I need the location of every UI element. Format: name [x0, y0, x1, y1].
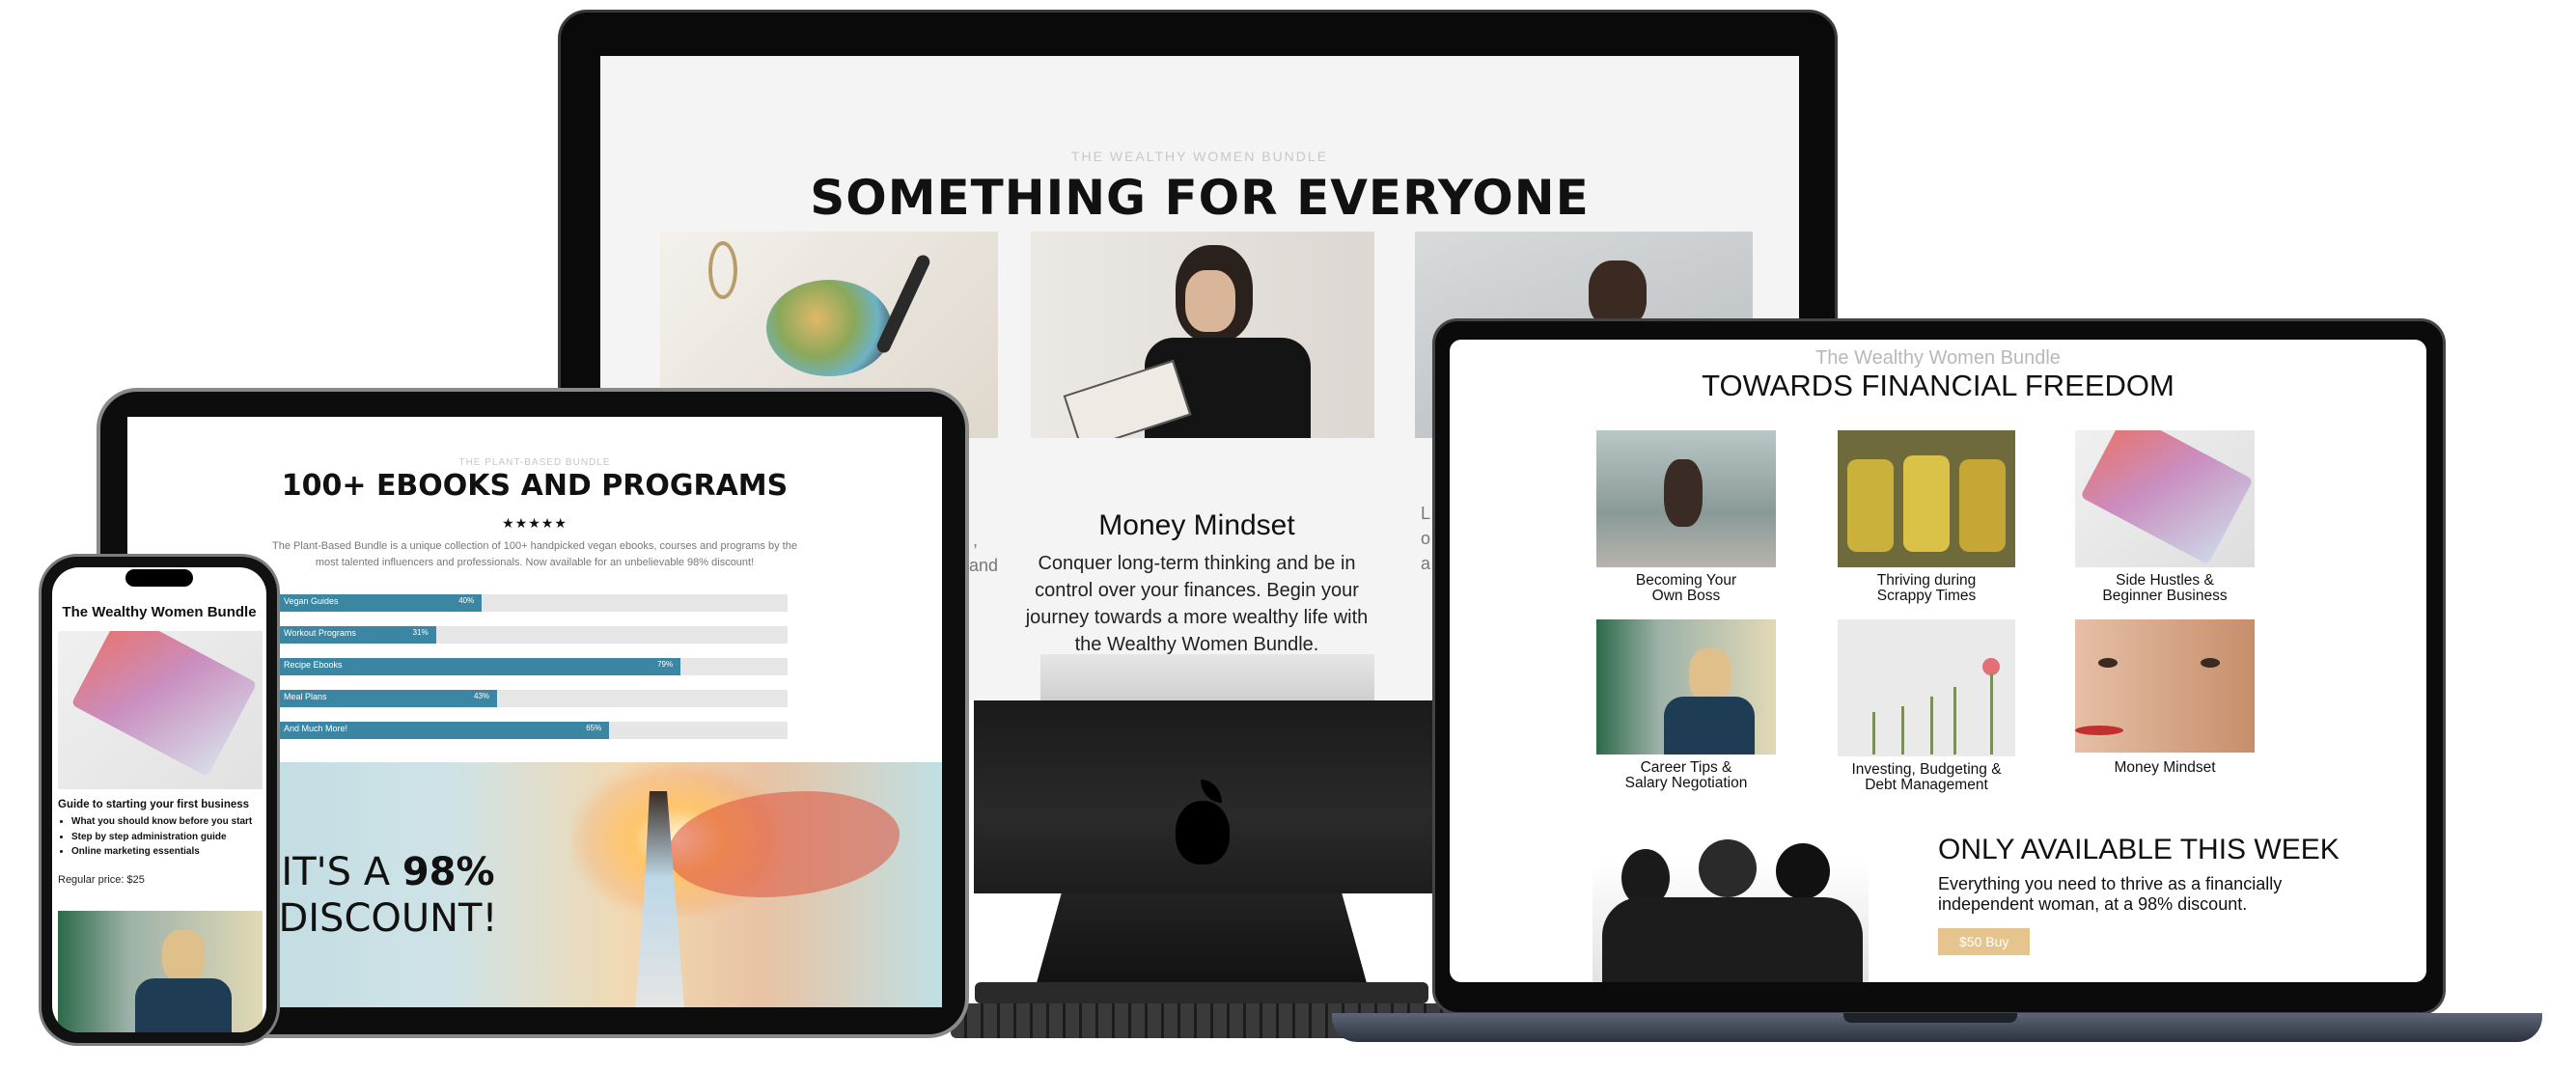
progress-bar: Workout Programs 31% [278, 626, 788, 644]
imac-chin [974, 700, 1432, 893]
discount-headline: IT'S A 98% DISCOUNT! [278, 850, 498, 941]
phone-laptop-photo [58, 631, 263, 789]
progress-bar-percent: 79% [657, 660, 674, 669]
progress-bar-percent: 31% [412, 628, 429, 637]
career-tips-photo [1596, 619, 1776, 754]
side-hustles-photo [2075, 430, 2255, 567]
progress-bar: Recipe Ebooks 79% [278, 658, 788, 675]
progress-bar: And Much More! 65% [278, 722, 788, 739]
rating-stars: ★★★★★ [502, 515, 568, 531]
imac-stand [1035, 893, 1369, 990]
progress-bar-percent: 43% [474, 692, 490, 700]
item-caption: Investing, Budgeting & Debt Management [1851, 761, 2002, 793]
phone-woman-laptop-photo [58, 911, 263, 1032]
progress-bar-label: Vegan Guides [284, 596, 339, 606]
item-caption: Side Hustles & Beginner Business [2102, 572, 2228, 604]
progress-bar: Meal Plans 43% [278, 690, 788, 707]
progress-bar-label: Meal Plans [284, 692, 327, 701]
scrappy-times-photo [1838, 430, 2015, 567]
right-card-fragment: a [1421, 554, 1431, 573]
laptop-notch [1843, 1013, 2017, 1023]
progress-bar-percent: 40% [458, 596, 475, 605]
phone-screen: The Wealthy Women Bundle Guide to starti… [52, 567, 266, 1032]
woman-reading-photo [1031, 232, 1374, 438]
regular-price: Regular price: $25 [58, 874, 145, 886]
tablet-kicker: THE PLANT-BASED BUNDLE [458, 457, 611, 468]
offer-title: ONLY AVAILABLE THIS WEEK [1938, 834, 2340, 865]
buy-button[interactable]: $50 Buy [1938, 928, 2031, 955]
imac-base [975, 982, 1428, 1003]
progress-bar-fill: Vegan Guides 40% [278, 594, 483, 612]
imac-kicker: THE WEALTHY WOMEN BUNDLE [1070, 149, 1329, 164]
phone-notch [125, 569, 193, 587]
progress-bar-fill: Workout Programs 31% [278, 626, 436, 644]
item-caption: Career Tips & Salary Negotiation [1624, 759, 1748, 791]
progress-bar-label: And Much More! [284, 724, 348, 733]
laptop-title: TOWARDS FINANCIAL FREEDOM [1702, 369, 2174, 402]
progress-bar-label: Recipe Ebooks [284, 660, 343, 670]
phone-guide-heading: Guide to starting your first business [58, 799, 250, 810]
phone-title: The Wealthy Women Bundle [62, 604, 257, 620]
list-item: Step by step administration guide [71, 830, 263, 845]
laptop-screen: The Wealthy Women Bundle TOWARDS FINANCI… [1450, 340, 2426, 982]
progress-bar-label: Workout Programs [284, 628, 356, 638]
offer-panel: ONLY AVAILABLE THIS WEEK Everything you … [1938, 834, 2382, 955]
phone-bullet-list: What you should know before you start St… [58, 814, 263, 860]
apple-logo-icon [1176, 801, 1230, 864]
item-caption: Becoming Your Own Boss [1635, 572, 1737, 604]
laptop-kicker: The Wealthy Women Bundle [1815, 347, 2061, 369]
becoming-own-boss-photo [1596, 430, 1776, 567]
progress-bar-fill: And Much More! 65% [278, 722, 610, 739]
item-caption: Thriving during Scrappy Times [1876, 572, 1977, 604]
imac-title: SOMETHING FOR EVERYONE [810, 170, 1590, 226]
progress-bar-fill: Meal Plans 43% [278, 690, 498, 707]
left-card-fragment: and [969, 556, 999, 575]
next-row-photo [1040, 654, 1374, 700]
right-card-fragment: L [1421, 504, 1431, 523]
tablet-title: 100+ EBOOKS AND PROGRAMS [281, 469, 789, 503]
investing-photo [1838, 619, 2015, 756]
list-item: What you should know before you start [71, 814, 263, 830]
item-caption: Money Mindset [2114, 759, 2216, 776]
offer-text: Everything you need to thrive as a finan… [1938, 874, 2283, 914]
money-mindset-title: Money Mindset [1098, 509, 1295, 541]
right-card-fragment: o [1421, 529, 1431, 548]
progress-bar-percent: 65% [586, 724, 602, 732]
vintage-women-photo [1593, 830, 1869, 982]
list-item: Online marketing essentials [71, 844, 263, 860]
money-mindset-text: Conquer long-term thinking and be in con… [1025, 553, 1369, 655]
progress-bar-fill: Recipe Ebooks 79% [278, 658, 681, 675]
left-card-fragment: , [973, 531, 979, 550]
progress-bar: Vegan Guides 40% [278, 594, 788, 612]
money-mindset-photo [2075, 619, 2255, 753]
tablet-description: The Plant-Based Bundle is a unique colle… [272, 540, 797, 568]
